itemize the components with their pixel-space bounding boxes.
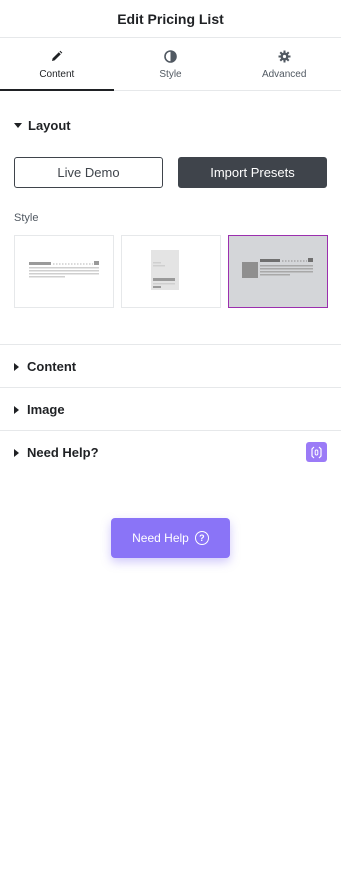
need-help-label: Need Help bbox=[132, 531, 189, 545]
help-widget-button[interactable] bbox=[306, 442, 327, 462]
gear-icon bbox=[277, 49, 291, 63]
preset-3-thumbnail-icon bbox=[242, 258, 313, 278]
tab-content[interactable]: Content bbox=[0, 39, 114, 91]
section-layout-toggle[interactable]: Layout bbox=[14, 118, 71, 133]
half-circle-icon bbox=[164, 49, 178, 63]
style-control-label: Style bbox=[14, 212, 39, 224]
panel-header: Edit Pricing List bbox=[0, 0, 341, 38]
preset-1-thumbnail-icon bbox=[29, 261, 99, 278]
style-preset-3[interactable] bbox=[228, 235, 328, 308]
tab-style-label: Style bbox=[159, 69, 182, 80]
preset-2-thumbnail-icon bbox=[151, 250, 179, 290]
caret-right-icon bbox=[14, 405, 19, 414]
section-image-title: Image bbox=[27, 402, 65, 417]
section-need-help-toggle[interactable]: Need Help? bbox=[14, 445, 99, 460]
style-preset-2[interactable] bbox=[121, 235, 221, 308]
section-divider bbox=[0, 430, 341, 431]
section-content-title: Content bbox=[27, 359, 77, 374]
tab-bar: Content Style Advanced bbox=[0, 39, 341, 91]
caret-down-icon bbox=[14, 123, 22, 128]
tab-advanced-label: Advanced bbox=[261, 69, 307, 80]
section-divider bbox=[0, 387, 341, 388]
style-preset-1[interactable] bbox=[14, 235, 114, 308]
section-need-help-title: Need Help? bbox=[27, 445, 99, 460]
question-circle-icon: ? bbox=[194, 531, 209, 545]
page-title: Edit Pricing List bbox=[117, 10, 224, 27]
need-help-button[interactable]: Need Help ? bbox=[111, 518, 230, 558]
tab-style[interactable]: Style bbox=[114, 39, 228, 90]
section-divider bbox=[0, 344, 341, 345]
caret-right-icon bbox=[14, 448, 19, 457]
section-layout-title: Layout bbox=[28, 118, 71, 133]
section-image-toggle[interactable]: Image bbox=[14, 402, 65, 417]
tab-advanced[interactable]: Advanced bbox=[227, 39, 341, 90]
import-presets-button[interactable]: Import Presets bbox=[178, 157, 327, 188]
ai-help-icon bbox=[311, 446, 322, 458]
tab-content-label: Content bbox=[39, 69, 75, 80]
live-demo-button[interactable]: Live Demo bbox=[14, 157, 163, 188]
section-content-toggle[interactable]: Content bbox=[14, 359, 76, 374]
pencil-icon bbox=[50, 49, 64, 63]
caret-right-icon bbox=[14, 362, 19, 371]
